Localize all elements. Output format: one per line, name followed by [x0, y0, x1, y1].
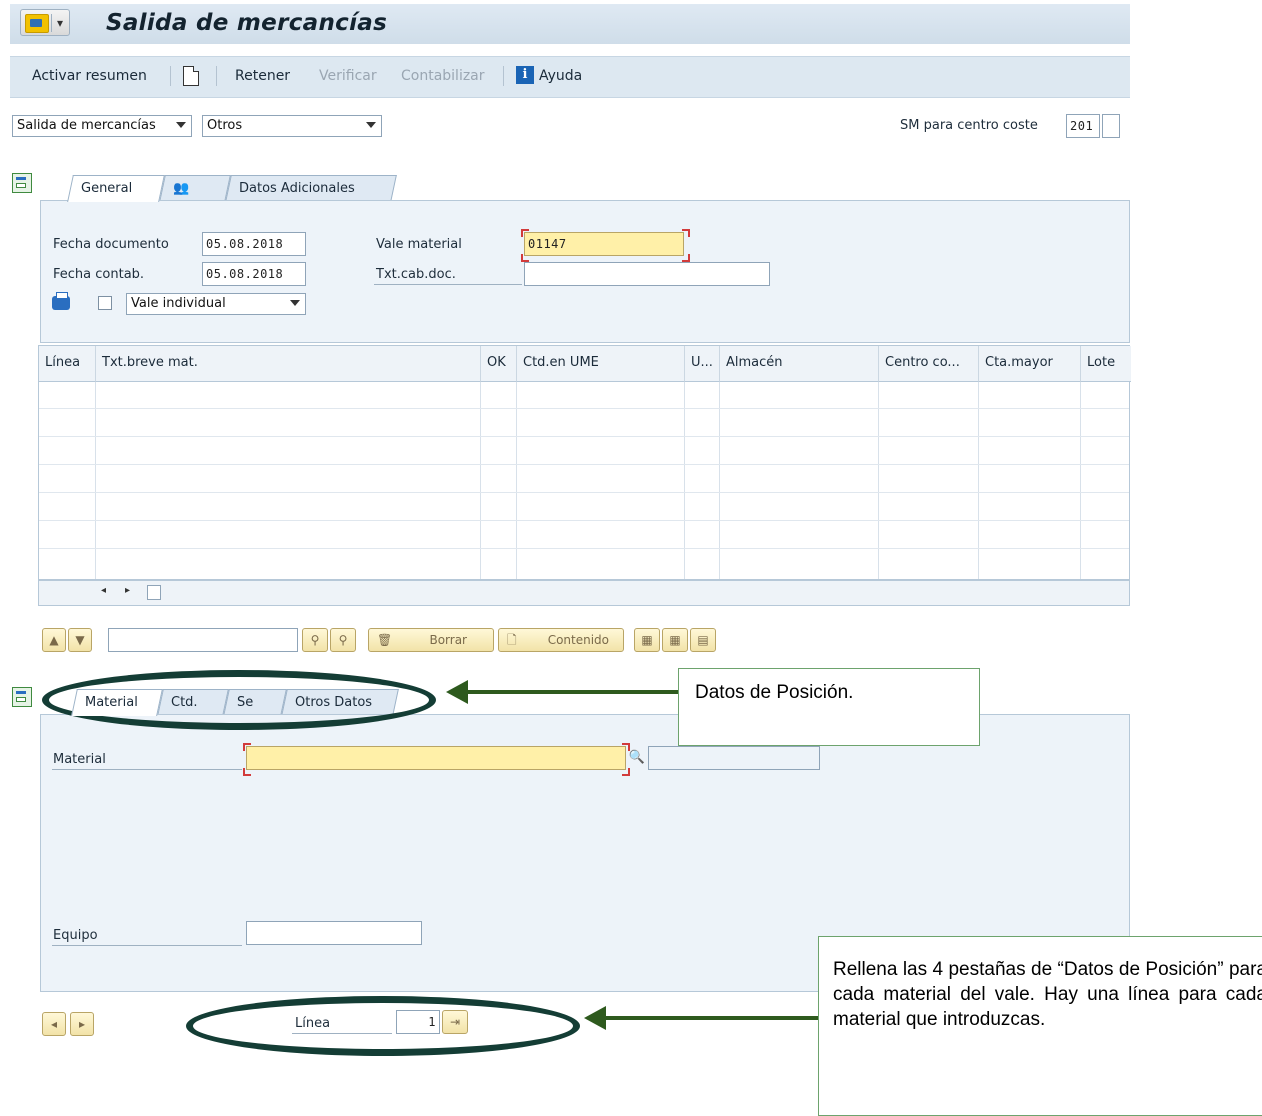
item-search-input[interactable]	[108, 628, 298, 652]
annotation-datos-posicion: Datos de Posición.	[678, 668, 980, 746]
fecha-documento-label: Fecha documento	[53, 237, 169, 252]
material-label: Material	[53, 752, 106, 767]
sort-asc-icon[interactable]: ▲	[42, 628, 66, 652]
column-header[interactable]: U...	[685, 346, 720, 382]
column-header[interactable]: Centro co...	[879, 346, 979, 382]
fecha-documento-field[interactable]: 05.08.2018	[202, 232, 306, 256]
column-header[interactable]: OK	[481, 346, 517, 382]
annotation-rellena: Rellena las 4 pestañas de “Datos de Posi…	[818, 936, 1262, 1116]
column-header[interactable]: Línea	[39, 346, 96, 382]
tab-datos-adicionales[interactable]: Datos Adicionales	[225, 175, 397, 202]
horizontal-scrollbar[interactable]: ◂ ▸	[38, 580, 1130, 606]
table-row	[39, 548, 1129, 549]
movement-type-extra-field[interactable]	[1102, 114, 1120, 138]
page-title: Salida de mercancías	[106, 10, 388, 36]
table-row	[39, 492, 1129, 493]
tab-material[interactable]: Material	[71, 689, 163, 716]
print-checkbox[interactable]	[98, 296, 112, 310]
column-header[interactable]: Almacén	[720, 346, 879, 382]
fecha-contab-field[interactable]: 05.08.2018	[202, 262, 306, 286]
dropdown-arrow-icon	[176, 122, 186, 128]
column-header[interactable]: Ctd.en UME	[517, 346, 685, 382]
vale-material-field[interactable]: 01147	[524, 232, 684, 256]
find-next-icon[interactable]: ⚲	[330, 628, 356, 652]
vale-material-label: Vale material	[376, 237, 462, 252]
partner-icon: 👥	[173, 181, 190, 196]
tab-general[interactable]: General	[67, 175, 165, 202]
items-table[interactable]: Línea Txt.breve mat. OK Ctd.en UME U... …	[38, 345, 1131, 580]
borrar-button[interactable]: 🗑 Borrar	[368, 628, 494, 652]
printer-icon	[52, 292, 70, 310]
annotation-ellipse-linea	[186, 996, 580, 1056]
table-row	[39, 464, 1129, 465]
column-header[interactable]: Txt.breve mat.	[96, 346, 481, 382]
material-field[interactable]	[246, 746, 626, 770]
scroll-thumb[interactable]	[147, 585, 161, 600]
chevron-down-icon: ▾	[57, 16, 64, 30]
table-row	[39, 408, 1129, 409]
table-row	[39, 520, 1129, 521]
material-description-field	[648, 746, 820, 770]
toggle-item-icon[interactable]	[12, 687, 32, 707]
table-row	[39, 436, 1129, 437]
scroll-right-icon[interactable]: ▸	[125, 585, 130, 596]
column-header[interactable]: Lote	[1081, 346, 1131, 382]
print-version-select[interactable]: Vale individual	[126, 293, 306, 315]
search-help-icon[interactable]: 🔍	[628, 749, 646, 767]
movement-type-label: SM para centro coste	[900, 118, 1038, 133]
annotation-arrow-icon	[446, 680, 468, 704]
layout-icon[interactable]: ▦	[662, 628, 688, 652]
toggle-header-icon[interactable]	[12, 173, 32, 193]
expand-icon[interactable]: ▦	[634, 628, 660, 652]
ayuda-button[interactable]: Ayuda	[539, 68, 582, 84]
calendar-icon[interactable]: ▤	[690, 628, 716, 652]
verificar-button[interactable]: Verificar	[319, 68, 377, 84]
previous-item-icon[interactable]: ◂	[42, 1012, 66, 1036]
retener-button[interactable]: Retener	[235, 68, 290, 84]
fecha-contab-label: Fecha contab.	[53, 267, 145, 282]
dropdown-arrow-icon	[366, 122, 376, 128]
contenido-button[interactable]: 🗋 Contenido	[498, 628, 624, 652]
sort-desc-icon[interactable]: ▼	[68, 628, 92, 652]
info-icon[interactable]: i	[516, 66, 534, 84]
movement-type-field[interactable]: 201	[1066, 114, 1100, 138]
transaction-select[interactable]: Salida de mercancías	[12, 115, 192, 137]
sap-menu-icon	[25, 14, 49, 33]
reference-select[interactable]: Otros	[202, 115, 382, 137]
annotation-arrow-icon	[584, 1006, 606, 1030]
new-document-icon[interactable]	[183, 66, 199, 86]
contabilizar-button[interactable]: Contabilizar	[401, 68, 485, 84]
txt-cab-field[interactable]	[524, 262, 770, 286]
scroll-left-icon[interactable]: ◂	[101, 585, 106, 596]
equipo-label: Equipo	[53, 928, 98, 943]
dropdown-arrow-icon	[290, 300, 300, 306]
txt-cab-label: Txt.cab.doc.	[376, 267, 456, 282]
equipo-field[interactable]	[246, 921, 422, 945]
column-header[interactable]: Cta.mayor	[979, 346, 1081, 382]
activar-resumen-button[interactable]: Activar resumen	[32, 68, 147, 84]
trash-icon: 🗑	[377, 633, 393, 647]
document-icon: 🗋	[507, 633, 517, 647]
find-icon[interactable]: ⚲	[302, 628, 328, 652]
next-item-icon[interactable]: ▸	[70, 1012, 94, 1036]
sap-menu-button[interactable]: ▾	[20, 9, 70, 36]
tab-partner[interactable]: 👥	[159, 175, 231, 202]
